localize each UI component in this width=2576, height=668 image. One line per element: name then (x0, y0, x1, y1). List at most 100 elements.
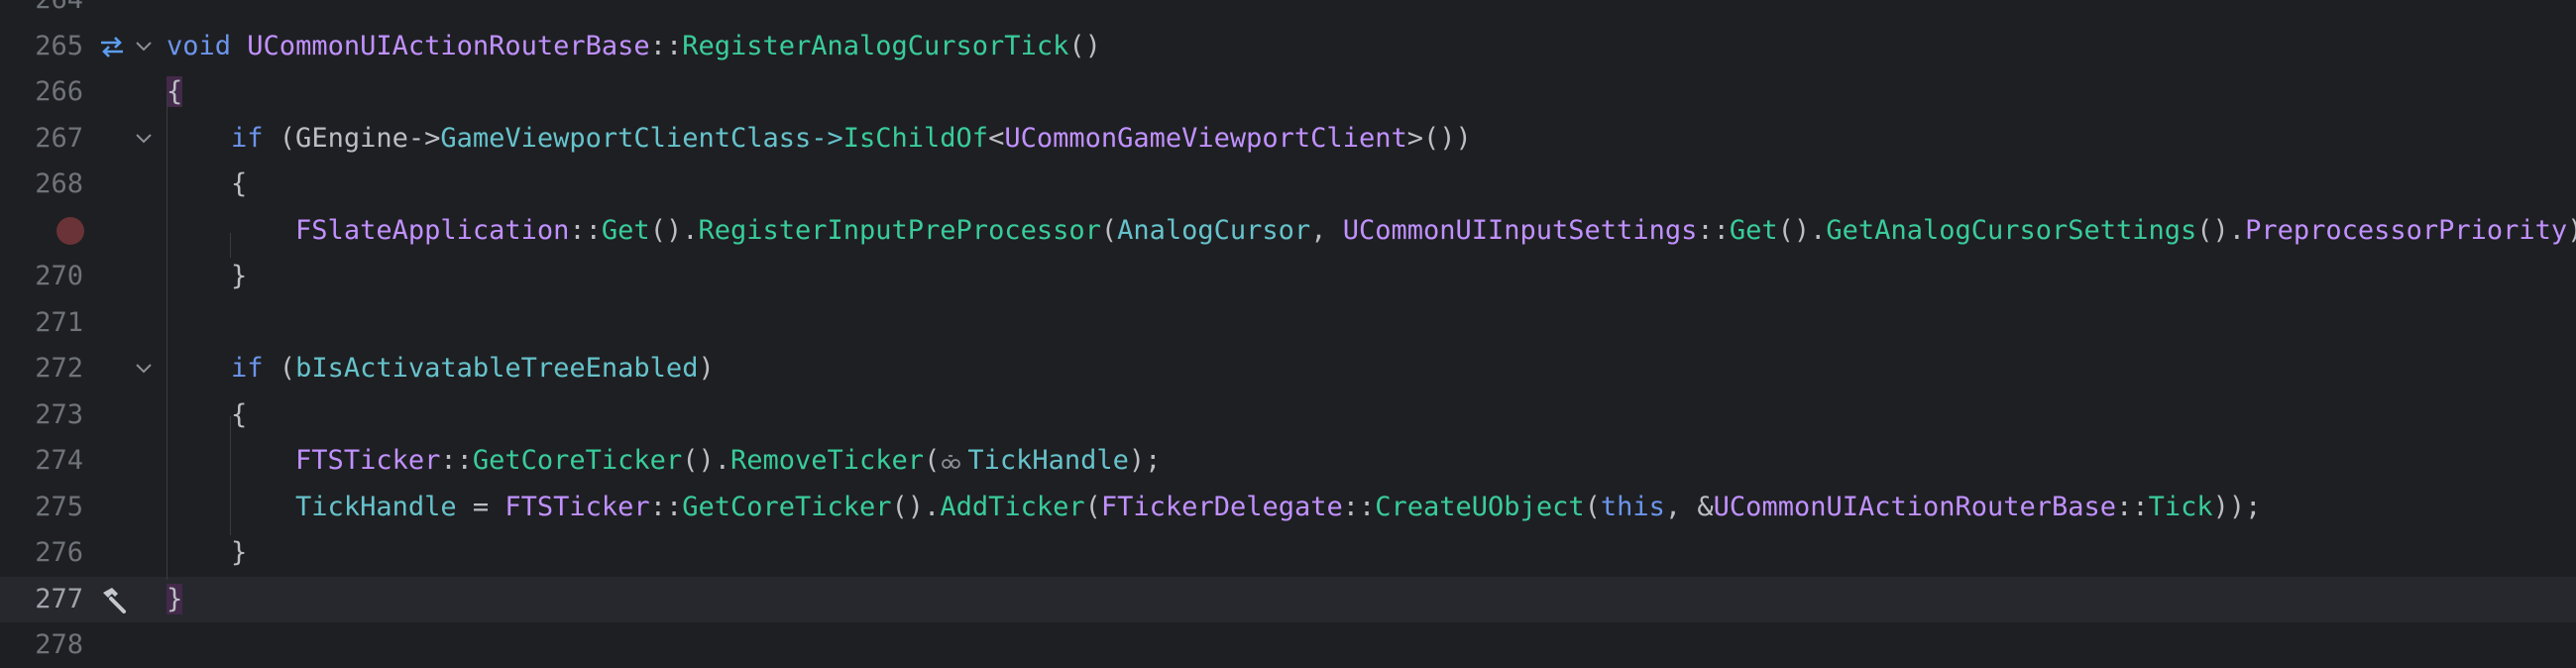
code-token: )); (2212, 491, 2262, 522)
code-token: FSlateApplication (295, 214, 570, 246)
code-text[interactable]: { (167, 162, 247, 207)
override-marker[interactable] (97, 24, 127, 69)
code-token: :: (440, 445, 473, 476)
code-token: { (167, 398, 248, 430)
code-line-277[interactable]: 277} (0, 576, 2576, 622)
code-token: FTSTicker (295, 445, 441, 476)
code-token: { (167, 76, 183, 107)
code-token: (). (2196, 214, 2246, 246)
code-token: , & (1664, 491, 1714, 522)
line-number[interactable]: 271 (0, 300, 83, 346)
code-text[interactable]: } (167, 577, 183, 622)
code-text[interactable]: { (167, 392, 247, 438)
code-line-273[interactable]: 273 { (0, 392, 2576, 438)
code-token: GameViewportClientClass (440, 122, 812, 154)
code-token: AddTicker (940, 491, 1085, 522)
code-token: RegisterInputPreProcessor (698, 214, 1101, 246)
indent-guide (230, 233, 231, 258)
code-text[interactable]: void UCommonUIActionRouterBase::Register… (167, 24, 1101, 69)
line-number[interactable]: 278 (0, 622, 83, 668)
line-number[interactable]: 272 (0, 346, 83, 391)
code-text[interactable]: } (167, 530, 247, 576)
line-number[interactable]: 275 (0, 485, 83, 530)
code-line-272[interactable]: 272 if (bIsActivatableTreeEnabled) (0, 346, 2576, 391)
code-token: } (167, 583, 183, 614)
code-text[interactable]: if (bIsActivatableTreeEnabled) (167, 346, 715, 391)
code-text[interactable]: { (167, 69, 183, 115)
code-token: AnalogCursor (1117, 214, 1311, 246)
code-token: TickHandle (295, 491, 457, 522)
code-line-270[interactable]: 270 } (0, 254, 2576, 299)
override-arrows-icon[interactable] (98, 35, 126, 58)
line-number[interactable]: 274 (0, 438, 83, 484)
code-token: FTickerDelegate (1100, 491, 1343, 522)
code-token: GetAnalogCursorSettings (1826, 214, 2197, 246)
code-token: GetCoreTicker (682, 491, 892, 522)
indent-guide (167, 94, 168, 580)
line-number[interactable]: 277 (0, 577, 83, 622)
line-number[interactable]: 265 (0, 24, 83, 69)
line-number[interactable]: 270 (0, 254, 83, 299)
code-token: < (988, 122, 1005, 154)
code-token: UCommonGameViewportClient (1004, 122, 1407, 154)
indent-guide (230, 416, 231, 535)
code-token: :: (649, 491, 683, 522)
fold-toggle[interactable] (133, 116, 155, 162)
code-token: Get (1729, 214, 1778, 246)
code-token: :: (2116, 491, 2149, 522)
code-token: } (167, 261, 248, 291)
line-number[interactable]: 268 (0, 162, 83, 207)
code-token: ( (924, 445, 941, 476)
code-token: } (167, 537, 248, 568)
fold-toggle[interactable] (133, 24, 155, 69)
code-editor[interactable]: 264265 void UCommonUIActionRouterBase::Re… (0, 0, 2576, 660)
fold-toggle[interactable] (133, 346, 155, 391)
code-line-274[interactable]: 274 FTSTicker::GetCoreTicker().RemoveTic… (0, 438, 2576, 484)
code-text[interactable]: TickHandle = FTSTicker::GetCoreTicker().… (167, 485, 2261, 530)
code-token: CreateUObject (1375, 491, 1585, 522)
breakpoint-icon[interactable] (56, 216, 84, 245)
code-text[interactable]: FSlateApplication::Get (). RegisterInputPr… (167, 208, 2576, 254)
hammer-icon[interactable] (98, 585, 128, 614)
code-line-268[interactable]: 268 { (0, 162, 2576, 207)
code-token: :: (1697, 214, 1730, 246)
code-token: :: (649, 30, 683, 61)
code-line-265[interactable]: 265 void UCommonUIActionRouterBase::Regis… (0, 24, 2576, 69)
code-token: TickHandle (967, 445, 1129, 476)
code-line-271[interactable]: 271 (0, 300, 2576, 346)
line-number[interactable]: 273 (0, 392, 83, 438)
breakpoint[interactable] (56, 208, 85, 254)
fold-chevron-icon[interactable] (135, 41, 153, 53)
line-number[interactable]: 266 (0, 69, 83, 115)
code-token: ); (2567, 215, 2576, 246)
fold-chevron-icon[interactable] (135, 133, 153, 145)
code-token: Tick (2148, 491, 2213, 522)
code-line-269[interactable]: 269 FSlateApplication::Get().RegisterInp… (0, 208, 2576, 254)
build-marker[interactable] (97, 577, 129, 622)
code-token: UCommonUIActionRouterBase (1713, 491, 2117, 522)
code-token: ( (1084, 491, 1101, 522)
code-token: ( (1100, 214, 1118, 246)
code-line-264[interactable]: 264 (0, 0, 2576, 23)
code-text[interactable]: } (167, 254, 247, 299)
code-line-267[interactable]: 267 if (GEngine->GameViewportClientClass… (0, 116, 2576, 162)
code-line-275[interactable]: 275 TickHandle = FTSTicker::GetCoreTicke… (0, 485, 2576, 530)
code-text[interactable]: if (GEngine->GameViewportClientClass->Is… (167, 116, 1472, 162)
code-token: if (231, 353, 264, 384)
code-line-266[interactable]: 266 { (0, 69, 2576, 115)
code-line-276[interactable]: 276 } (0, 530, 2576, 576)
code-token: = (456, 491, 505, 522)
code-token: :: (569, 214, 602, 246)
code-token: Get (601, 214, 650, 246)
code-text[interactable]: FTSTicker::GetCoreTicker().RemoveTicker(… (167, 438, 1161, 484)
code-line-278[interactable]: 278 (0, 622, 2576, 668)
line-number[interactable]: 276 (0, 530, 83, 576)
line-number[interactable]: 264 (0, 0, 83, 23)
fold-chevron-icon[interactable] (135, 363, 153, 375)
code-token: UCommonUIActionRouterBase (247, 30, 650, 61)
line-number[interactable]: 267 (0, 116, 83, 162)
